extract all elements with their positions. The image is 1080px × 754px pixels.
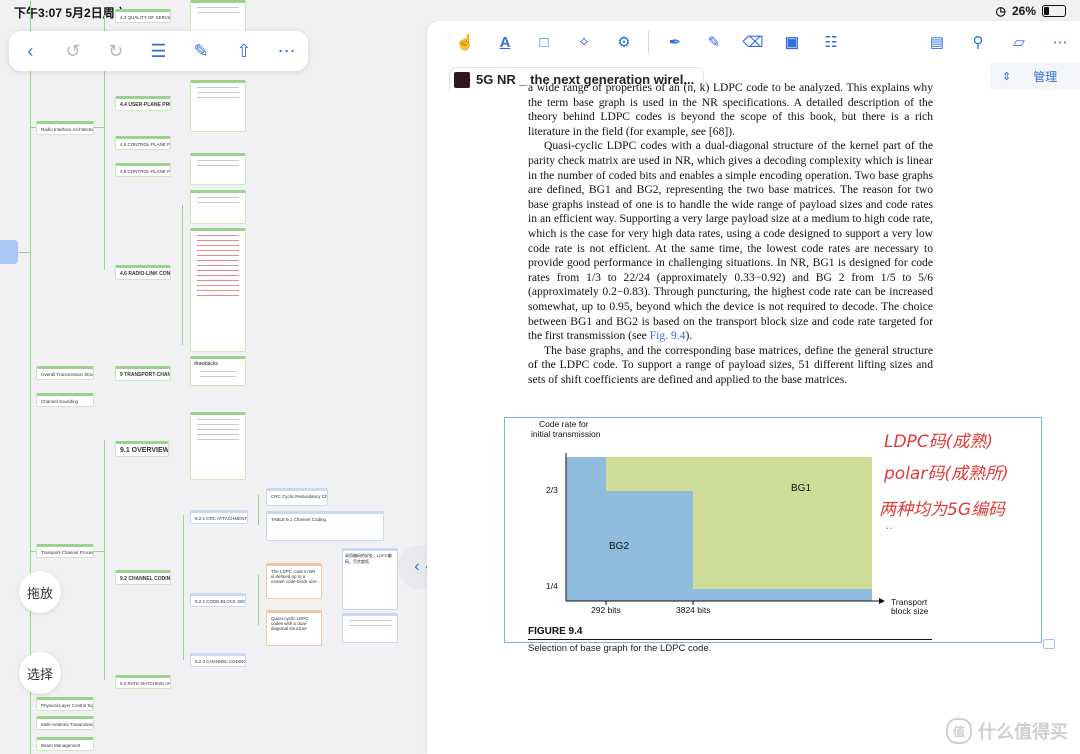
bg1-label: BG1 [791, 483, 811, 494]
edit-icon[interactable]: ✎ [188, 38, 214, 64]
figure-rule [528, 639, 932, 640]
mindmap-attachment[interactable] [190, 190, 246, 224]
handwritten-dots: .. [886, 519, 893, 532]
x-tick-label: 292 bits [591, 605, 621, 615]
mindmap-canvas[interactable]: 4.3 QUALITY-OF-SERVICE HANDLING Radio In… [0, 0, 420, 754]
bg2-label: BG2 [609, 541, 629, 552]
mindmap-node[interactable]: Physical-Layer Control Signaling [36, 697, 94, 711]
mindmap-node[interactable]: 9.2.1 CRC ATTACHMENT PER TRANSPORT BLOCK [190, 510, 248, 524]
mindmap-node[interactable]: 4.5 CONTROL-PLANE PROTOCOLS [115, 136, 171, 150]
mindmap-node[interactable]: Multi-Antenna Transmission [36, 716, 94, 730]
mindmap-node[interactable]: Channel Sounding [36, 393, 94, 407]
mindmap-note[interactable]: The LDPC code in NR is defined up to a c… [266, 563, 322, 599]
mindmap-node[interactable]: Beam Management [36, 737, 94, 751]
mindmap-toolbar: ‹ ↺ ↻ ☰ ✎ ⇧ ⋯ [9, 31, 308, 71]
watermark-text: 什么值得买 [978, 722, 1068, 742]
y-axis-label: initial transmission [531, 429, 601, 439]
y-tick-label: 2/3 [546, 485, 558, 495]
mindmap-node[interactable]: 9.2.3 CHANNEL CODING [190, 653, 246, 667]
figure-caption: Selection of base graph for the LDPC cod… [528, 643, 712, 654]
watermark: 值 什么值得买 [946, 718, 1068, 744]
handwritten-note[interactable]: LDPC码(成熟) [884, 427, 993, 452]
mindmap-node[interactable]: 9.1 OVERVIEW [115, 441, 169, 457]
list-icon[interactable]: ☰ [145, 38, 171, 64]
battery-icon [1042, 5, 1066, 17]
mindmap-node[interactable]: 9.3 RATE MATCHING AND PHYSICAL-LAYER HYB… [115, 675, 171, 689]
mindmap-node[interactable]: 9.2.2 CODE-BLOCK SEGMENTATION [190, 593, 246, 607]
mindmap-table-node[interactable]: TABLE 9.1 Channel Coding [266, 511, 384, 541]
battery-percent: 26% [1011, 4, 1036, 18]
mindmap-attachment[interactable] [190, 153, 246, 185]
mindmap-handwritten-notes[interactable] [190, 228, 246, 352]
mindmap-root-handle[interactable] [0, 240, 18, 264]
comment-icon[interactable] [1043, 639, 1055, 649]
redo-icon[interactable]: ↻ [103, 38, 129, 64]
share-icon[interactable]: ⇧ [231, 38, 257, 64]
handwritten-note[interactable]: polar码(成熟所) [884, 459, 1009, 484]
y-axis-label: Code rate for [539, 419, 589, 429]
mindmap-node[interactable]: Radio Interface Architecture [36, 121, 94, 135]
figure-chart: Code rate for initial transmission 2/3 1… [531, 419, 929, 616]
mindmap-node[interactable]: 4.3 QUALITY-OF-SERVICE HANDLING [115, 9, 171, 23]
mindmap-note-cn[interactable]: 采用编码的好处，LDPC编码，冗余度低 [342, 548, 398, 610]
mindmap-drawbacks-card[interactable]: drawbacks [190, 356, 246, 386]
mindmap-node[interactable]: 9 TRANSPORT-CHANNEL PROCESSING [115, 366, 171, 381]
wifi-icon: ◷ [995, 4, 1006, 18]
back-icon[interactable]: ‹ [17, 38, 43, 64]
pdf-viewer[interactable]: ☝ A □ ✧ ⚙ ✒ ✎ ⌫ ▣ ☷ ▤ ⚲ ▱ ⋯ 5G NR _ the … [427, 21, 1080, 754]
mindmap-attachment[interactable] [190, 412, 246, 480]
figure-title: FIGURE 9.4 [528, 626, 583, 637]
drag-drop-button[interactable]: 拖放 [19, 571, 61, 613]
mindmap-node[interactable]: Overall Transmission Structure [36, 366, 94, 380]
mindmap-attachment[interactable] [342, 613, 398, 643]
mindmap-attachment[interactable] [190, 80, 246, 132]
chevron-left-icon[interactable]: ‹ [414, 558, 419, 576]
mindmap-node[interactable]: 4.6 RADIO-LINK CONTROL [115, 265, 171, 280]
x-tick-label: 3824 bits [676, 605, 711, 615]
watermark-badge: 值 [946, 718, 972, 744]
undo-icon[interactable]: ↺ [60, 38, 86, 64]
select-button[interactable]: 选择 [19, 652, 61, 694]
x-axis-arrow [879, 598, 885, 604]
mindmap-node[interactable]: CRC Cyclic Redundancy Check [266, 488, 328, 506]
mindmap-node[interactable]: 9.2 CHANNEL CODING [115, 570, 171, 585]
mindmap-node[interactable]: 4.4 USER-PLANE PROTOCOLS [115, 96, 171, 111]
more-icon[interactable]: ⋯ [274, 38, 300, 64]
y-tick-label: 1/4 [546, 581, 558, 591]
handwritten-note[interactable]: 两种均为5G编码 [879, 495, 1005, 520]
mindmap-node[interactable]: Transport-Channel Processing [36, 544, 94, 558]
x-axis-label: block size [891, 606, 929, 616]
status-indicators: ◷ 26% [995, 4, 1066, 18]
mindmap-note[interactable]: Quasi-cyclic LDPC codes with a dual-diag… [266, 610, 322, 646]
mindmap-node[interactable]: 4.5 CONTROL-PLANE PROTOCOLS [115, 163, 171, 177]
